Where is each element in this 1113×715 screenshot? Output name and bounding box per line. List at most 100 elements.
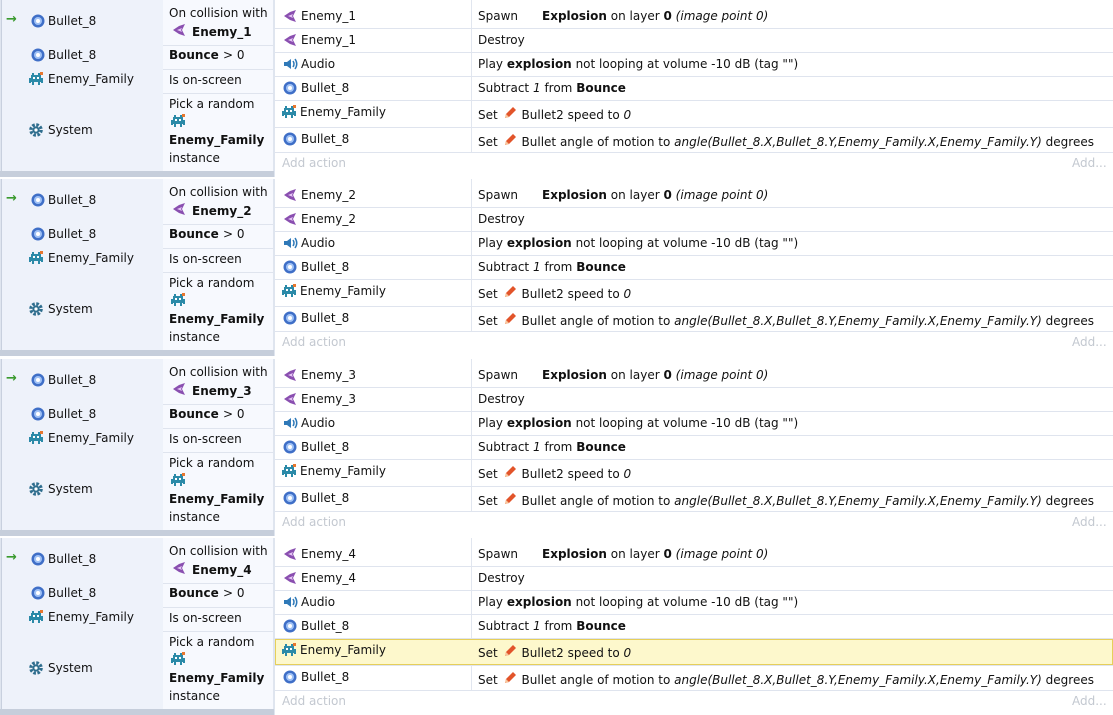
action-row-4[interactable] [275,459,1113,486]
add-more-link[interactable]: Add... [1072,694,1107,708]
condition-on-collision[interactable]: On collision with [169,544,268,558]
condition-object-label[interactable]: Bullet_8 [48,407,96,421]
action-description[interactable]: Play explosion not looping at volume -10… [478,416,798,430]
action-object-label[interactable]: Enemy_Family [300,643,386,657]
condition-object-label[interactable]: Bullet_8 [48,373,96,387]
condition-bounce-compare[interactable]: > 0 [223,48,245,62]
condition-object-label[interactable]: System [48,302,93,316]
condition-bounce-label[interactable]: Bounce [169,407,219,421]
condition-bounce-compare[interactable]: > 0 [223,407,245,421]
action-object-label[interactable]: Enemy_2 [301,212,356,226]
action-description[interactable]: Play explosion not looping at volume -10… [478,595,798,609]
condition-pick-random[interactable]: Pick a random [169,276,254,290]
action-object-label[interactable]: Enemy_Family [300,105,386,119]
condition-bounce-label[interactable]: Bounce [169,586,219,600]
collision-target[interactable]: Enemy_4 [192,563,252,577]
action-description[interactable]: Spawn Explosion on layer 0 (image point … [478,368,768,382]
add-action-link[interactable]: Add action [282,335,346,349]
condition-pick-family[interactable]: Enemy_Family [169,492,264,506]
condition-on-collision[interactable]: On collision with [169,185,268,199]
action-object-label[interactable]: Audio [301,416,335,430]
action-row-1[interactable] [275,566,1113,590]
action-row-3[interactable] [275,255,1113,279]
action-description[interactable]: Subtract 1 from Bounce [478,440,626,454]
action-description[interactable]: Set Bullet angle of motion to angle(Bull… [478,311,1094,328]
action-object-label[interactable]: Bullet_8 [301,132,349,146]
action-description[interactable]: Destroy [478,571,525,585]
action-description[interactable]: Destroy [478,33,525,47]
action-object-label[interactable]: Enemy_Family [300,284,386,298]
action-row-1[interactable] [275,207,1113,231]
action-object-label[interactable]: Bullet_8 [301,619,349,633]
condition-bounce-compare[interactable]: > 0 [223,227,245,241]
action-row-1[interactable] [275,387,1113,411]
action-object-label[interactable]: Audio [301,57,335,71]
add-more-link[interactable]: Add... [1072,515,1107,529]
action-description[interactable]: Set Bullet2 speed to 0 [478,105,631,122]
action-description[interactable]: Set Bullet angle of motion to angle(Bull… [478,491,1094,508]
action-row-3[interactable] [275,76,1113,100]
action-object-label[interactable]: Bullet_8 [301,81,349,95]
condition-object-label[interactable]: Bullet_8 [48,586,96,600]
action-object-label[interactable]: Bullet_8 [301,491,349,505]
action-description[interactable]: Destroy [478,212,525,226]
action-row-3[interactable] [275,435,1113,459]
action-description[interactable]: Play explosion not looping at volume -10… [478,57,798,71]
condition-object-label[interactable]: Bullet_8 [48,552,96,566]
action-object-label[interactable]: Audio [301,595,335,609]
add-more-link[interactable]: Add... [1072,335,1107,349]
condition-bounce-label[interactable]: Bounce [169,48,219,62]
action-object-label[interactable]: Bullet_8 [301,670,349,684]
action-object-label[interactable]: Enemy_1 [301,33,356,47]
add-action-link[interactable]: Add action [282,694,346,708]
condition-pick-family[interactable]: Enemy_Family [169,312,264,326]
condition-pick-family[interactable]: Enemy_Family [169,671,264,685]
action-object-label[interactable]: Bullet_8 [301,311,349,325]
action-object-label[interactable]: Audio [301,236,335,250]
add-action-link[interactable]: Add action [282,156,346,170]
add-more-link[interactable]: Add... [1072,156,1107,170]
action-description[interactable]: Subtract 1 from Bounce [478,81,626,95]
collision-target[interactable]: Enemy_2 [192,204,252,218]
condition-pick-instance[interactable]: instance [169,151,220,165]
condition-onscreen[interactable]: Is on-screen [169,252,242,266]
action-object-label[interactable]: Enemy_3 [301,368,356,382]
action-description[interactable]: Spawn Explosion on layer 0 (image point … [478,547,768,561]
action-object-label[interactable]: Enemy_4 [301,547,356,561]
action-description[interactable]: Spawn Explosion on layer 0 (image point … [478,188,768,202]
action-description[interactable]: Subtract 1 from Bounce [478,619,626,633]
condition-object-label[interactable]: System [48,123,93,137]
collision-target[interactable]: Enemy_1 [192,25,252,39]
action-row-4[interactable] [275,100,1113,127]
condition-object-label[interactable]: Enemy_Family [48,610,134,624]
action-row-4[interactable] [275,279,1113,306]
action-description[interactable]: Set Bullet2 speed to 0 [478,643,631,660]
action-object-label[interactable]: Enemy_3 [301,392,356,406]
action-object-label[interactable]: Enemy_2 [301,188,356,202]
condition-object-label[interactable]: Bullet_8 [48,48,96,62]
condition-bounce-compare[interactable]: > 0 [223,586,245,600]
condition-object-label[interactable]: System [48,661,93,675]
condition-pick-random[interactable]: Pick a random [169,635,254,649]
action-description[interactable]: Subtract 1 from Bounce [478,260,626,274]
condition-pick-random[interactable]: Pick a random [169,97,254,111]
condition-onscreen[interactable]: Is on-screen [169,432,242,446]
action-object-label[interactable]: Enemy_Family [300,464,386,478]
action-object-label[interactable]: Bullet_8 [301,440,349,454]
condition-onscreen[interactable]: Is on-screen [169,611,242,625]
collision-target[interactable]: Enemy_3 [192,384,252,398]
condition-bounce-label[interactable]: Bounce [169,227,219,241]
condition-on-collision[interactable]: On collision with [169,365,268,379]
action-description[interactable]: Set Bullet2 speed to 0 [478,464,631,481]
condition-object-label[interactable]: Bullet_8 [48,227,96,241]
action-row-4[interactable] [275,638,1113,665]
action-description[interactable]: Set Bullet angle of motion to angle(Bull… [478,670,1094,687]
condition-object-label[interactable]: Enemy_Family [48,251,134,265]
action-object-label[interactable]: Bullet_8 [301,260,349,274]
condition-pick-instance[interactable]: instance [169,330,220,344]
condition-pick-random[interactable]: Pick a random [169,456,254,470]
condition-on-collision[interactable]: On collision with [169,6,268,20]
action-row-3[interactable] [275,614,1113,638]
condition-object-label[interactable]: Bullet_8 [48,14,96,28]
action-description[interactable]: Set Bullet2 speed to 0 [478,284,631,301]
